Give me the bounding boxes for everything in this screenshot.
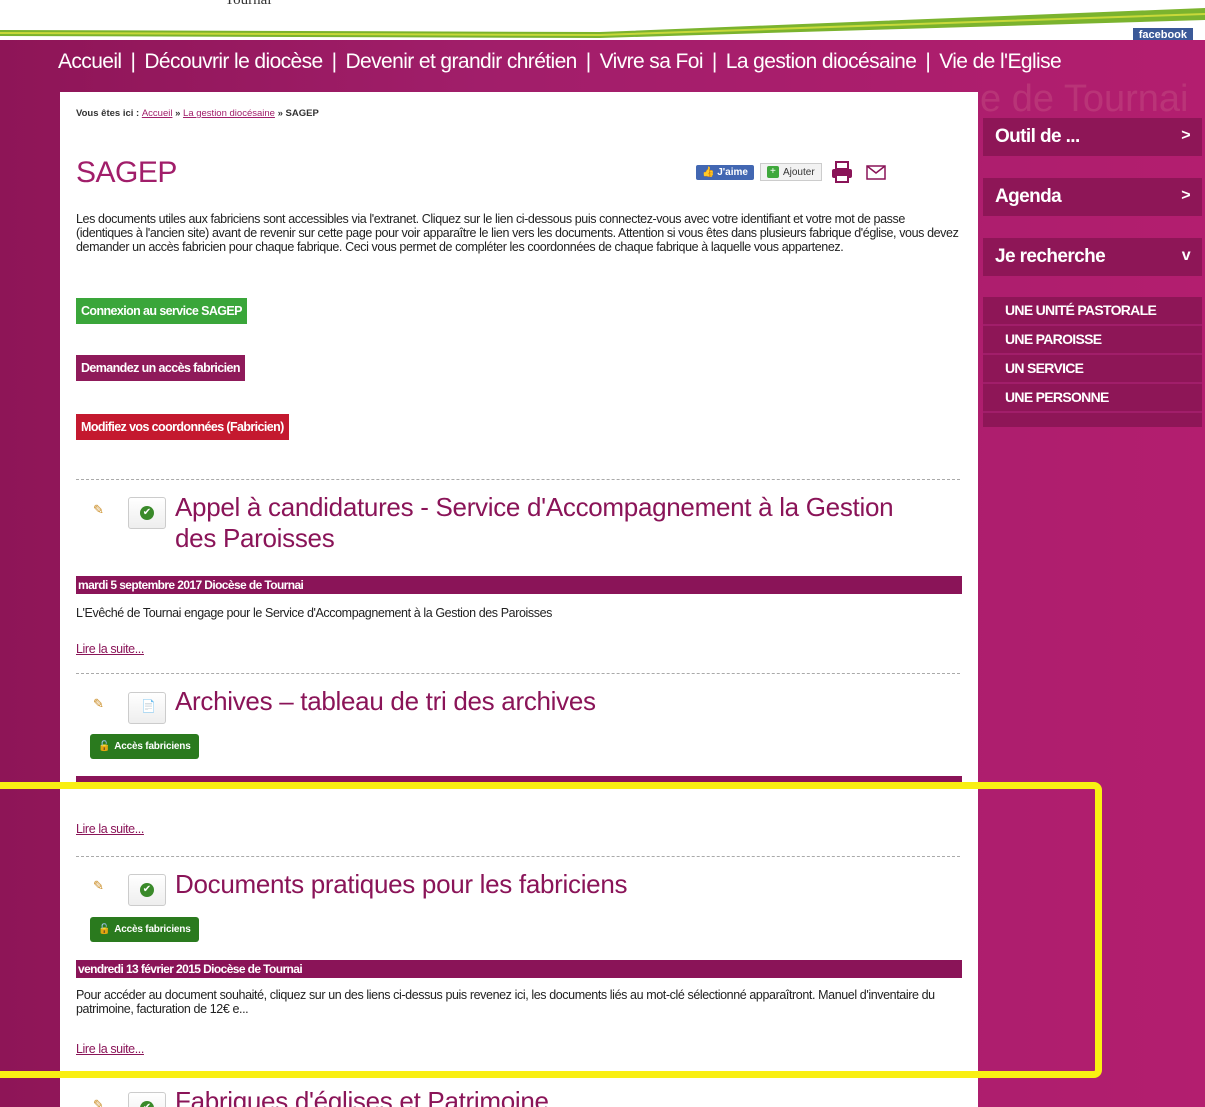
nav-separator: | bbox=[130, 50, 136, 73]
main-nav: Accueil | Découvrir le diocèse | Devenir et … bbox=[0, 50, 1205, 86]
checkbox-button[interactable]: ✔ bbox=[128, 1092, 166, 1107]
breadcrumb-separator: » bbox=[175, 108, 181, 119]
nav-separator: | bbox=[711, 50, 717, 73]
lock-icon: 🔓 bbox=[98, 741, 111, 752]
highlight-box bbox=[0, 782, 1102, 1078]
breadcrumb-link-gestion[interactable]: La gestion diocésaine bbox=[183, 108, 275, 119]
add-label: Ajouter bbox=[782, 166, 815, 178]
sidebar-item-outil[interactable]: Outil de ... > bbox=[983, 118, 1202, 156]
logo-text: Tournai bbox=[225, 0, 272, 8]
sidebar: Outil de ... > Agenda > Je recherche v bbox=[983, 118, 1202, 298]
chevron-right-icon: > bbox=[1181, 187, 1190, 204]
sidebar-item-label: Je recherche bbox=[995, 246, 1106, 267]
breadcrumb-current: SAGEP bbox=[285, 108, 319, 119]
pencil-icon: ✎ bbox=[93, 696, 104, 711]
facebook-like-button[interactable]: 👍 J'aime bbox=[696, 164, 754, 180]
breadcrumb-prefix: Vous êtes ici : bbox=[76, 108, 140, 119]
sidebar-item-recherche[interactable]: Je recherche v bbox=[983, 238, 1202, 276]
nav-separator: | bbox=[331, 50, 337, 73]
nav-item-vie-eglise[interactable]: Vie de l'Eglise bbox=[939, 50, 1061, 74]
breadcrumb-separator: » bbox=[277, 108, 283, 119]
divider bbox=[76, 479, 960, 480]
connexion-sagep-button[interactable]: Connexion au service SAGEP bbox=[76, 298, 247, 324]
share-bar: 👍 J'aime + Ajouter bbox=[696, 160, 890, 184]
check-icon: ✔ bbox=[140, 1101, 154, 1107]
sidebar-item-label: Outil de ... bbox=[995, 126, 1080, 147]
checkbox-button[interactable]: ✔ bbox=[128, 497, 166, 529]
mail-icon[interactable] bbox=[862, 160, 890, 184]
article-title[interactable]: Archives – tableau de tri des archives bbox=[175, 686, 935, 717]
breadcrumb: Vous êtes ici : Accueil » La gestion dio… bbox=[76, 108, 319, 119]
search-option-personne[interactable]: UNE PERSONNE bbox=[983, 384, 1202, 413]
pencil-icon: ✎ bbox=[93, 1097, 104, 1107]
acces-label: Accès fabriciens bbox=[114, 741, 191, 752]
nav-separator: | bbox=[585, 50, 591, 73]
search-option-paroisse[interactable]: UNE PAROISSE bbox=[983, 326, 1202, 355]
add-button[interactable]: + Ajouter bbox=[759, 163, 822, 181]
check-icon: ✔ bbox=[140, 506, 154, 520]
article-excerpt: L'Evêché de Tournai engage pour le Servi… bbox=[76, 606, 553, 620]
modifier-coordonnees-button[interactable]: Modifiez vos coordonnées (Fabricien) bbox=[76, 414, 289, 440]
search-option-service[interactable]: UN SERVICE bbox=[983, 355, 1202, 384]
search-option-unite-pastorale[interactable]: UNE UNITÉ PASTORALE bbox=[983, 297, 1202, 326]
article-title[interactable]: Fabriques d'églises et Patrimoine bbox=[175, 1086, 935, 1107]
search-options-footer bbox=[983, 413, 1202, 427]
plus-icon: + bbox=[766, 166, 779, 178]
search-options-list: UNE UNITÉ PASTORALE UNE PAROISSE UN SERV… bbox=[983, 297, 1202, 427]
nav-item-gestion[interactable]: La gestion diocésaine bbox=[726, 50, 917, 74]
nav-item-devenir[interactable]: Devenir et grandir chrétien bbox=[345, 50, 577, 74]
like-label: J'aime bbox=[717, 166, 748, 178]
nav-item-vivre[interactable]: Vivre sa Foi bbox=[600, 50, 704, 74]
article-meta: mardi 5 septembre 2017 Diocèse de Tourna… bbox=[76, 576, 962, 594]
nav-item-accueil[interactable]: Accueil bbox=[58, 50, 122, 74]
sidebar-item-label: Agenda bbox=[995, 186, 1062, 207]
breadcrumb-link-accueil[interactable]: Accueil bbox=[142, 108, 173, 119]
document-icon: 📄 bbox=[141, 699, 156, 713]
sidebar-item-agenda[interactable]: Agenda > bbox=[983, 178, 1202, 216]
facebook-link[interactable]: facebook bbox=[1132, 28, 1193, 40]
print-icon[interactable] bbox=[828, 160, 856, 184]
pencil-icon: ✎ bbox=[93, 502, 104, 517]
acces-fabriciens-badge[interactable]: 🔓 Accès fabriciens bbox=[90, 734, 199, 759]
divider bbox=[76, 673, 960, 674]
page-title: SAGEP bbox=[76, 156, 177, 189]
chevron-down-icon: v bbox=[1181, 247, 1191, 264]
chevron-right-icon: > bbox=[1181, 127, 1190, 144]
intro-text: Les documents utiles aux fabriciens sont… bbox=[76, 212, 959, 254]
demande-acces-button[interactable]: Demandez un accès fabricien bbox=[76, 355, 245, 381]
read-more-link[interactable]: Lire la suite... bbox=[76, 642, 144, 656]
nav-separator: | bbox=[925, 50, 931, 73]
green-band-decoration bbox=[0, 8, 1205, 38]
top-banner: Tournai facebook bbox=[0, 0, 1205, 40]
document-button[interactable]: 📄 bbox=[128, 692, 166, 724]
article-title[interactable]: Appel à candidatures - Service d'Accompa… bbox=[175, 492, 935, 554]
nav-item-decouvrir[interactable]: Découvrir le diocèse bbox=[144, 50, 323, 74]
